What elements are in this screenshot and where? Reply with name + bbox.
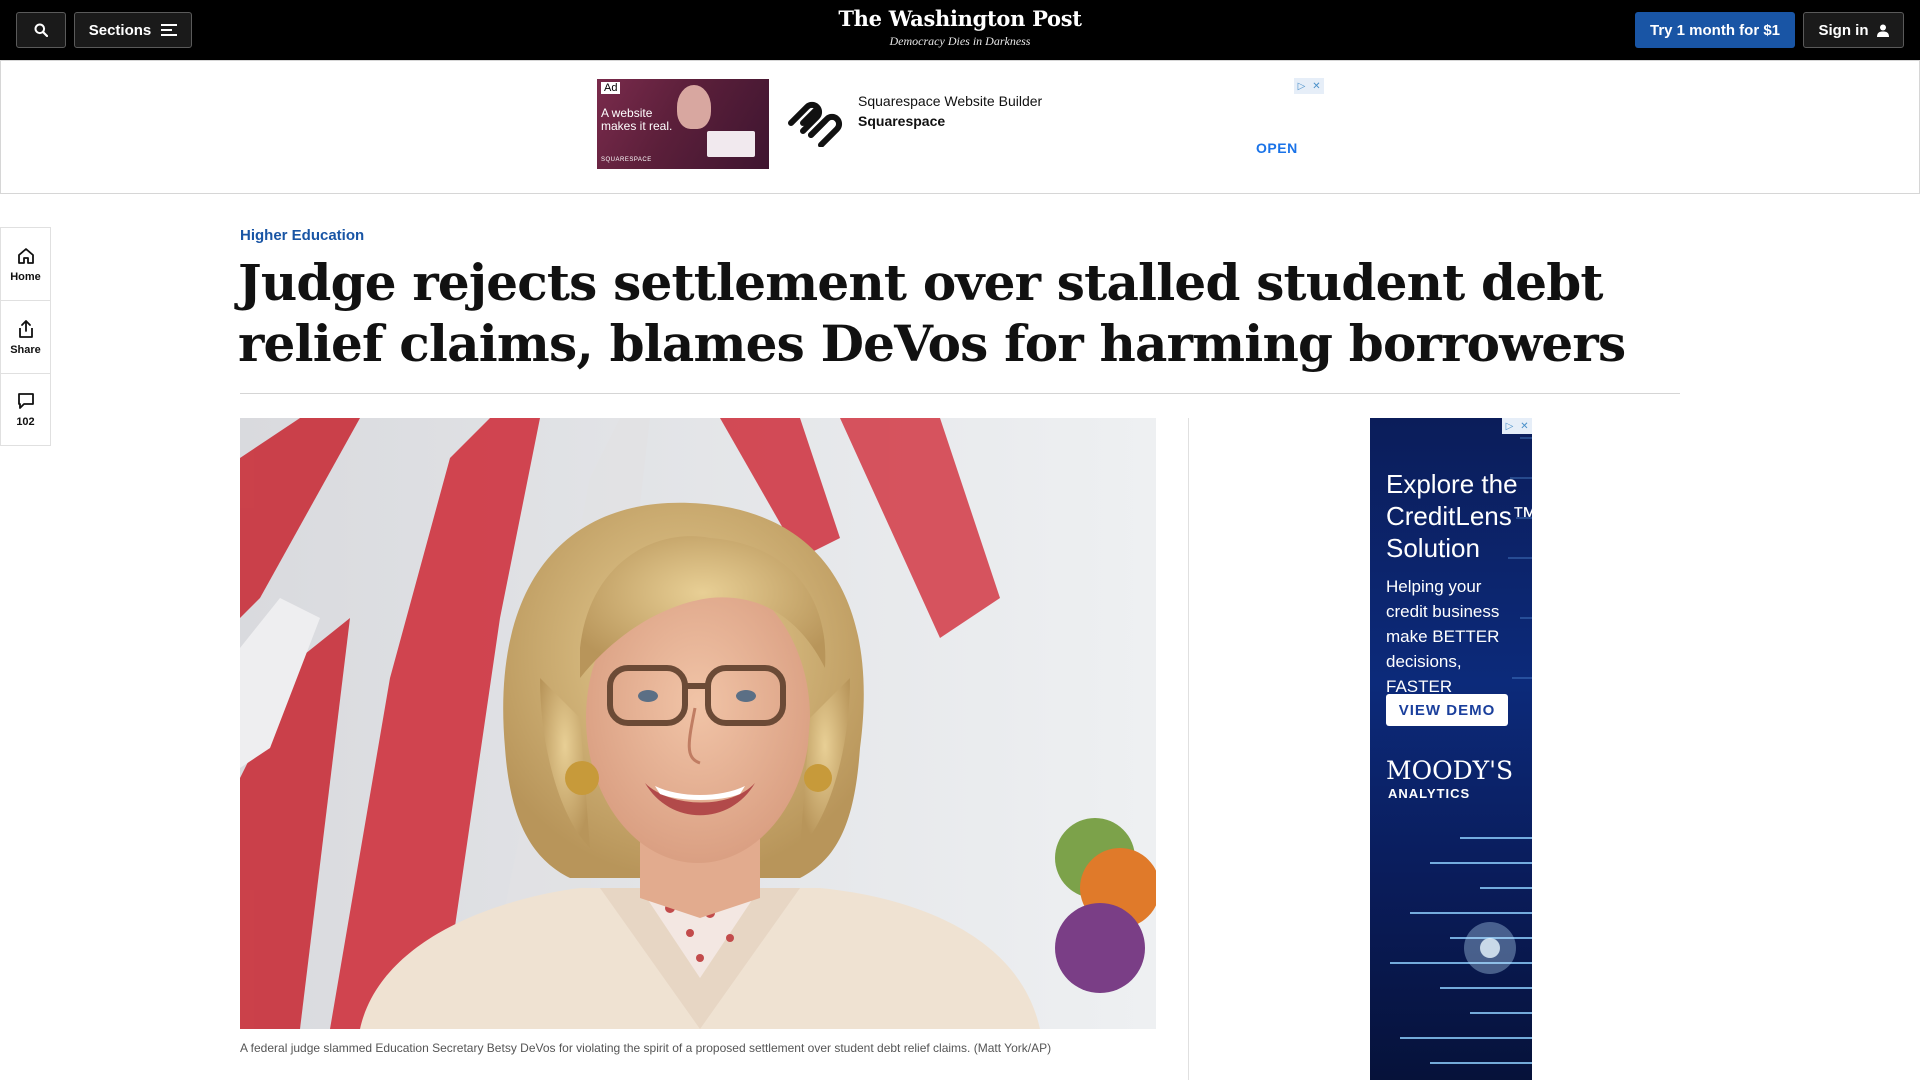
subscribe-button[interactable]: Try 1 month for $1	[1635, 12, 1795, 48]
sidebar-ad-body: Helping your credit business make BETTER…	[1386, 577, 1500, 696]
article-headline: Judge rejects settlement over stalled st…	[238, 253, 1626, 373]
lead-photo-illustration	[240, 418, 1156, 1029]
menu-icon	[161, 24, 178, 36]
photo-caption: A federal judge slammed Education Secret…	[240, 1041, 1052, 1055]
signin-button[interactable]: Sign in	[1803, 12, 1904, 48]
site-logo[interactable]: The Washington Post Democracy Dies in Da…	[760, 6, 1160, 49]
sidebar-ad-brand-sub: ANALYTICS	[1388, 786, 1471, 801]
ad-mock-ui	[707, 131, 755, 157]
sidebar-ad-heading: Explore the CreditLens™ Solution	[1386, 469, 1532, 563]
search-button[interactable]	[16, 12, 66, 48]
article-kicker[interactable]: Higher Education	[240, 227, 364, 244]
adchoices-icon[interactable]: ▷	[1502, 418, 1517, 434]
signin-label: Sign in	[1818, 21, 1869, 39]
headline-divider	[240, 393, 1680, 394]
comment-icon	[17, 393, 34, 409]
top-ad-banner[interactable]: Ad A website makes it real. SQUARESPACE …	[0, 60, 1920, 194]
ad-person-image	[677, 85, 711, 129]
share-icon	[18, 319, 33, 338]
ad-creative-image[interactable]: Ad A website makes it real. SQUARESPACE	[597, 79, 769, 169]
rail-home-label: Home	[10, 270, 41, 283]
ad-title[interactable]: Squarespace Website Builder	[858, 93, 1042, 109]
sections-label: Sections	[88, 21, 152, 39]
close-icon[interactable]: ✕	[1309, 78, 1324, 94]
ad-creative-brand: SQUARESPACE	[601, 157, 652, 163]
lead-photo[interactable]	[240, 418, 1156, 1029]
column-divider	[1188, 418, 1189, 1080]
sidebar-ad-brand: MOODY'S	[1386, 756, 1514, 785]
ad-advertiser[interactable]: Squarespace	[858, 113, 945, 129]
sidebar-ad-demo-button[interactable]: VIEW DEMO	[1386, 694, 1508, 726]
ad-badge: Ad	[601, 82, 621, 94]
logo-tagline: Democracy Dies in Darkness	[889, 34, 1031, 48]
sidebar-ad[interactable]: ▷ ✕ Explore the CreditLens™ Solution Hel…	[1370, 418, 1532, 1080]
sections-button[interactable]: Sections	[74, 12, 192, 48]
ad-open-button[interactable]: OPEN	[1256, 140, 1298, 156]
rail-comments-button[interactable]: 102	[0, 373, 51, 446]
rail-comments-count: 102	[16, 416, 35, 428]
user-icon	[1876, 24, 1889, 37]
left-action-rail: Home Share 102	[0, 227, 51, 446]
search-icon	[34, 23, 48, 37]
rail-share-button[interactable]: Share	[0, 300, 51, 373]
sidebar-ad-choices[interactable]: ▷ ✕	[1502, 418, 1532, 434]
squarespace-logo-icon	[788, 101, 843, 147]
site-header: Sections The Washington Post Democracy D…	[0, 0, 1920, 60]
home-icon	[17, 247, 34, 264]
adchoices-icon[interactable]: ▷	[1294, 78, 1309, 94]
logo-wordmark: The Washington Post	[838, 6, 1082, 31]
ad-creative-text: A website makes it real.	[601, 106, 673, 133]
ad-choices[interactable]: ▷ ✕	[1294, 78, 1324, 94]
rail-home-button[interactable]: Home	[0, 227, 51, 300]
close-icon[interactable]: ✕	[1517, 418, 1532, 434]
rail-share-label: Share	[10, 343, 41, 356]
